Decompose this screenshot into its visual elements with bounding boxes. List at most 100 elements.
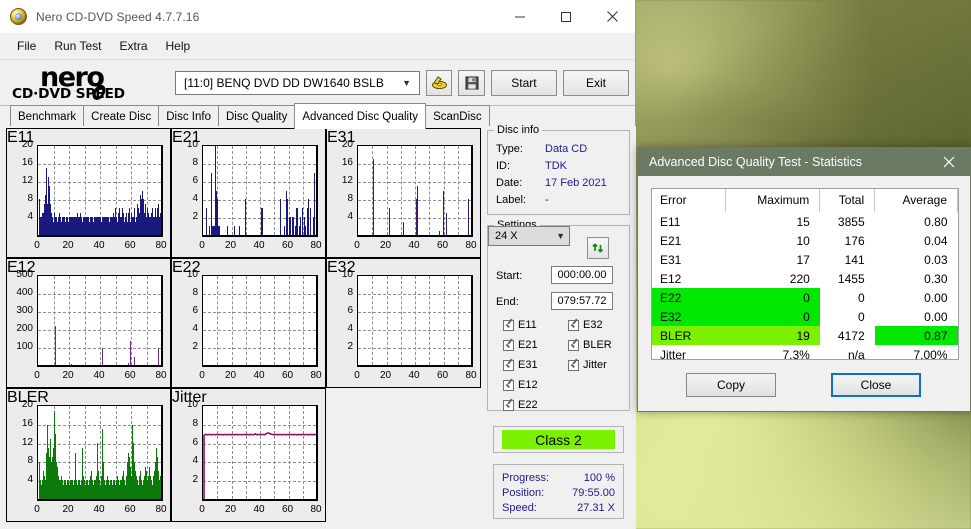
gridline-vertical	[372, 276, 374, 365]
column-header-error: Error	[652, 189, 727, 212]
save-button[interactable]	[458, 69, 485, 96]
chart-bar	[226, 226, 228, 235]
start-button[interactable]: Start	[490, 69, 557, 96]
y-axis-tick-label: 20	[341, 139, 353, 150]
disc-info-id-label: ID:	[496, 160, 511, 172]
y-axis-tick-label: 8	[27, 193, 33, 204]
exit-button[interactable]: Exit	[562, 69, 629, 96]
tab-benchmark[interactable]: Benchmark	[10, 105, 85, 128]
menu-file[interactable]: File	[8, 36, 45, 56]
checkbox-e32-box[interactable]	[568, 319, 579, 331]
tab-disc-info[interactable]: Disc Info	[158, 105, 219, 128]
chart-bar	[71, 364, 73, 365]
start-time-field[interactable]: 000:00.00	[551, 266, 613, 284]
tab-create-disc[interactable]: Create Disc	[83, 105, 160, 128]
checkbox-e32: E32	[568, 319, 603, 331]
y-axis-tick-label: 6	[192, 175, 198, 186]
checkbox-bler-box[interactable]	[568, 339, 579, 351]
chart-bar	[208, 226, 210, 235]
checkbox-bler: BLER	[568, 339, 612, 351]
cell-average: 0.00	[924, 309, 948, 324]
chart-bar-series	[358, 146, 471, 235]
cell-error: E31	[660, 252, 682, 267]
chart-bar-series	[38, 146, 161, 235]
chart-bar	[206, 208, 207, 235]
drive-select-value: [11:0] BENQ DVD DD DW1640 BSLB	[184, 75, 384, 90]
gridline-horizontal	[203, 348, 316, 349]
x-axis-tick-label: 0	[199, 504, 205, 515]
cell-error: E32	[652, 307, 726, 326]
table-row[interactable]: E12 220 1455 0.30	[652, 269, 958, 288]
checkbox-jitter: Jitter	[568, 359, 607, 371]
gridline-vertical	[302, 276, 304, 365]
cell-average: 0.87	[874, 326, 958, 345]
x-axis-tick-label: 20	[62, 370, 74, 381]
chart-plot-bler	[37, 405, 163, 501]
y-axis-tick-label: 8	[192, 417, 198, 429]
y-axis-tick-label: 4	[192, 193, 198, 204]
x-axis-tick-label: 40	[253, 240, 265, 251]
checkbox-e12-box[interactable]	[503, 379, 514, 391]
cell-total: 3855	[837, 214, 865, 229]
table-row[interactable]: E32 0 0 0.00	[652, 307, 958, 326]
eject-disc-button[interactable]	[426, 69, 453, 96]
menu-help[interactable]: Help	[157, 36, 200, 56]
gridline-horizontal	[203, 312, 316, 313]
tab-advanced-disc-quality[interactable]: Advanced Disc Quality	[294, 103, 427, 129]
cell-error: E12	[660, 271, 682, 286]
disc-info-group-label: Disc info	[494, 124, 543, 136]
table-row[interactable]: BLER 19 4172 0.87	[652, 326, 958, 345]
cell-maximum: 220	[789, 271, 810, 286]
table-row[interactable]: E31 17 141 0.03	[652, 250, 958, 269]
x-axis-tick-label: 0	[34, 504, 40, 515]
refresh-button[interactable]	[587, 237, 609, 259]
end-time-field[interactable]: 079:57.72	[551, 292, 613, 310]
checkbox-jitter-box[interactable]	[568, 359, 579, 371]
cell-total: 1455	[837, 271, 865, 286]
x-axis-tick-label: 60	[281, 370, 294, 381]
speed-select[interactable]: 24 X ▼	[488, 226, 570, 246]
cell-error: E21	[660, 233, 682, 248]
statistics-dialog-close-button[interactable]	[928, 148, 970, 176]
x-axis-tick-label: 20	[224, 240, 237, 251]
copy-button[interactable]: Copy	[686, 373, 776, 397]
menu-run-test[interactable]: Run Test	[45, 36, 110, 56]
close-button[interactable]: Close	[831, 373, 921, 397]
minimize-button[interactable]	[497, 0, 543, 33]
y-axis-tick-label: 8	[192, 287, 198, 298]
statistics-dialog-buttons: Copy Close	[651, 370, 959, 400]
table-row[interactable]: E11 15 3855 0.80	[652, 212, 958, 231]
position-value: 79:55.00	[572, 487, 615, 499]
chart-plot-e31	[357, 145, 473, 237]
tab-disc-quality[interactable]: Disc Quality	[218, 105, 296, 128]
chart-bar	[283, 226, 285, 235]
checkbox-e31-box[interactable]	[503, 359, 514, 371]
table-row[interactable]: Jitter 7.3% n/a 7.00%	[652, 345, 958, 364]
table-row[interactable]: E22 0 0 0.00	[652, 288, 958, 307]
checkbox-e22-box[interactable]	[503, 399, 514, 411]
checkbox-e22: E22	[503, 399, 538, 411]
y-axis-tick-label: 16	[21, 417, 33, 429]
window-titlebar: Nero CD-DVD Speed 4.7.7.16	[0, 0, 635, 33]
checkbox-e21-box[interactable]	[503, 339, 514, 351]
statistics-dialog-titlebar: Advanced Disc Quality Test - Statistics	[638, 148, 970, 176]
x-axis-tick-label: 60	[124, 370, 136, 381]
maximize-button[interactable]	[543, 0, 589, 33]
drive-select[interactable]: [11:0] BENQ DVD DD DW1640 BSLB ▼	[175, 70, 420, 95]
cell-average: 0.00	[924, 290, 948, 305]
y-axis-tick-label: 4	[347, 211, 353, 222]
close-button[interactable]	[589, 0, 635, 33]
checkbox-e22-label: E22	[518, 399, 538, 411]
chart-plot-jitter	[202, 405, 318, 501]
close-icon	[943, 156, 955, 168]
table-row[interactable]: E21 10 176 0.04	[652, 231, 958, 250]
chart-plot-e22	[202, 275, 318, 367]
checkbox-e11-box[interactable]	[503, 319, 514, 331]
nero-cd-dvd-speed-window: Nero CD-DVD Speed 4.7.7.16 File Run Test…	[0, 0, 636, 529]
tab-scandisc[interactable]: ScanDisc	[425, 105, 490, 128]
y-axis-tick-label: 6	[192, 305, 198, 316]
cell-average: 0.04	[924, 233, 948, 248]
cell-error: BLER	[652, 326, 726, 345]
chart-panel-e31: E31 4 8 12 16 20 0 20 40 60 80	[326, 128, 481, 258]
menu-extra[interactable]: Extra	[110, 36, 156, 56]
